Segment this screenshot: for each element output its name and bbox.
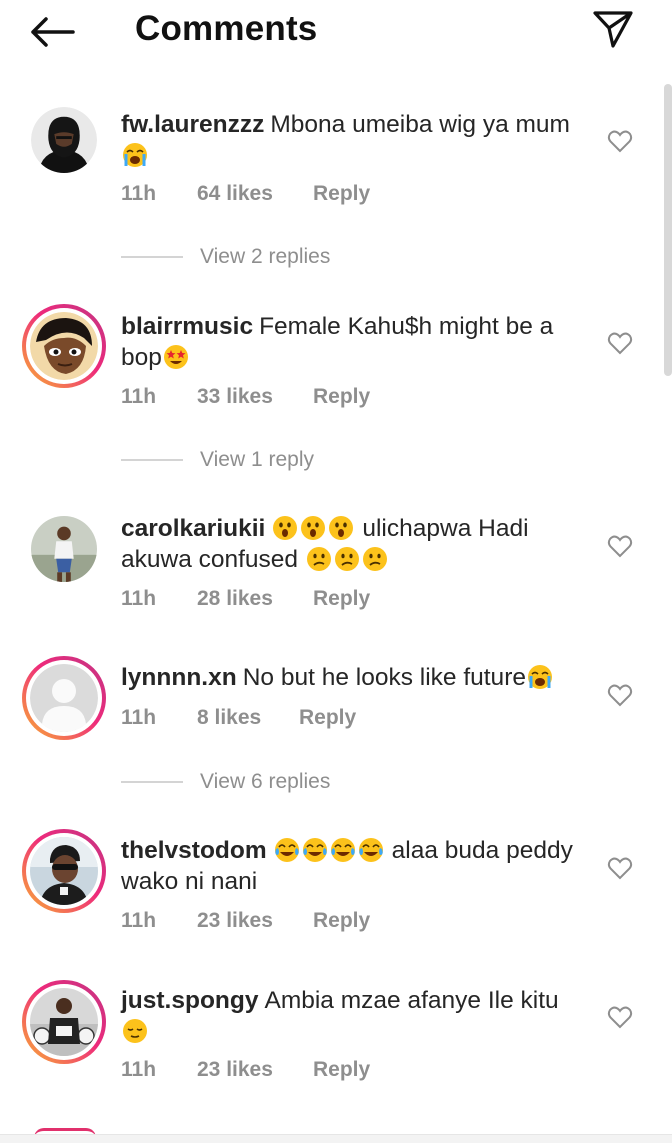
replies-divider xyxy=(121,781,183,783)
view-replies-label: View 2 replies xyxy=(200,245,331,268)
comment-likes[interactable]: 23 likes xyxy=(197,909,313,933)
heart-icon[interactable] xyxy=(607,856,633,880)
comment-text: lynnnn.xn No but he looks like future xyxy=(121,662,591,693)
avatar[interactable] xyxy=(22,980,106,1064)
comment-username[interactable]: just.spongy xyxy=(121,987,258,1014)
avatar[interactable] xyxy=(22,829,106,913)
avatar[interactable] xyxy=(22,304,106,388)
tears-of-joy-face-icon xyxy=(274,838,299,862)
comment-meta: 11h 23 likes Reply xyxy=(121,1058,370,1082)
astonished-face-icon xyxy=(273,516,298,540)
replies-divider xyxy=(121,256,183,258)
comment-body: Ambia mzae afanye Ile kitu xyxy=(264,987,559,1014)
reply-button[interactable]: Reply xyxy=(313,182,370,206)
page-title: Comments xyxy=(135,9,318,48)
reply-button[interactable]: Reply xyxy=(313,1058,370,1082)
astonished-face-icon xyxy=(301,516,326,540)
comment-meta: 11h 64 likes Reply xyxy=(121,182,370,206)
comment-username[interactable]: lynnnn.xn xyxy=(121,664,237,691)
view-replies-button[interactable]: View 6 replies xyxy=(121,767,330,797)
loudly-crying-face-icon xyxy=(123,143,147,167)
comment-meta: 11h 23 likes Reply xyxy=(121,909,370,933)
comment-username[interactable]: thelvstodom xyxy=(121,837,267,864)
top-bar: Comments xyxy=(0,0,672,64)
reply-button[interactable]: Reply xyxy=(299,706,356,730)
view-replies-button[interactable]: View 2 replies xyxy=(121,242,330,272)
reply-button[interactable]: Reply xyxy=(313,385,370,409)
comment-text: thelvstodom alaa buda peddy wako ni nani xyxy=(121,835,591,897)
comment-likes[interactable]: 64 likes xyxy=(197,182,313,206)
comment-likes[interactable]: 28 likes xyxy=(197,587,313,611)
star-struck-face-icon xyxy=(163,345,188,369)
share-button[interactable] xyxy=(588,6,638,52)
bottom-edge xyxy=(0,1134,672,1143)
tears-of-joy-face-icon xyxy=(302,838,327,862)
comment-text: fw.laurenzzz Mbona umeiba wig ya mum xyxy=(121,109,591,171)
reply-button[interactable]: Reply xyxy=(313,587,370,611)
comment-time: 11h xyxy=(121,706,157,729)
confused-face-icon xyxy=(362,547,387,571)
reply-button[interactable]: Reply xyxy=(313,909,370,933)
user-avatar-image xyxy=(31,516,97,582)
comment-text: carolkariukii ulichapwa Hadi akuwa confus… xyxy=(121,513,591,575)
confused-face-icon xyxy=(334,547,359,571)
view-replies-label: View 6 replies xyxy=(200,770,331,793)
heart-icon[interactable] xyxy=(607,331,633,355)
scrollbar[interactable] xyxy=(664,84,672,376)
comment-meta: 11h 33 likes Reply xyxy=(121,385,370,409)
user-avatar-image xyxy=(30,837,98,905)
tears-of-joy-face-icon xyxy=(330,838,355,862)
comment-likes[interactable]: 8 likes xyxy=(197,706,299,730)
comment-username[interactable]: fw.laurenzzz xyxy=(121,111,264,138)
comment-text: just.spongy Ambia mzae afanye Ile kitu xyxy=(121,985,591,1047)
view-replies-button[interactable]: View 1 reply xyxy=(121,445,314,475)
comment-body: Mbona umeiba wig ya mum xyxy=(270,111,570,138)
heart-icon[interactable] xyxy=(607,534,633,558)
astonished-face-icon xyxy=(329,516,354,540)
avatar[interactable] xyxy=(22,656,106,740)
comment-time: 11h xyxy=(121,385,157,408)
comment-likes[interactable]: 33 likes xyxy=(197,385,313,409)
user-avatar-image xyxy=(31,107,97,173)
paper-plane-icon xyxy=(593,11,633,48)
view-replies-label: View 1 reply xyxy=(200,448,315,471)
comment-time: 11h xyxy=(121,587,157,610)
comment-time: 11h xyxy=(121,909,157,932)
comment-username[interactable]: carolkariukii xyxy=(121,515,265,542)
heart-icon[interactable] xyxy=(607,1005,633,1029)
default-avatar-image xyxy=(30,664,98,732)
arrow-left-icon xyxy=(31,17,75,47)
relieved-face-icon xyxy=(123,1019,147,1043)
confused-face-icon xyxy=(306,547,331,571)
heart-icon[interactable] xyxy=(607,683,633,707)
avatar[interactable] xyxy=(22,98,106,182)
user-avatar-image xyxy=(30,988,98,1056)
heart-icon[interactable] xyxy=(607,129,633,153)
replies-divider xyxy=(121,459,183,461)
comment-text: blairrmusic Female Kahu$h might be a bop xyxy=(121,311,591,373)
comment-meta: 11h 28 likes Reply xyxy=(121,587,370,611)
avatar[interactable] xyxy=(22,507,106,591)
comment-likes[interactable]: 23 likes xyxy=(197,1058,313,1082)
user-avatar-image xyxy=(30,312,98,380)
loudly-crying-face-icon xyxy=(527,665,552,689)
back-button[interactable] xyxy=(26,10,78,54)
comment-meta: 11h 8 likes Reply xyxy=(121,706,356,730)
comment-username[interactable]: blairrmusic xyxy=(121,313,253,340)
comment-body: No but he looks like future xyxy=(242,664,526,691)
comment-time: 11h xyxy=(121,182,157,205)
comment-time: 11h xyxy=(121,1058,157,1081)
tears-of-joy-face-icon xyxy=(358,838,383,862)
